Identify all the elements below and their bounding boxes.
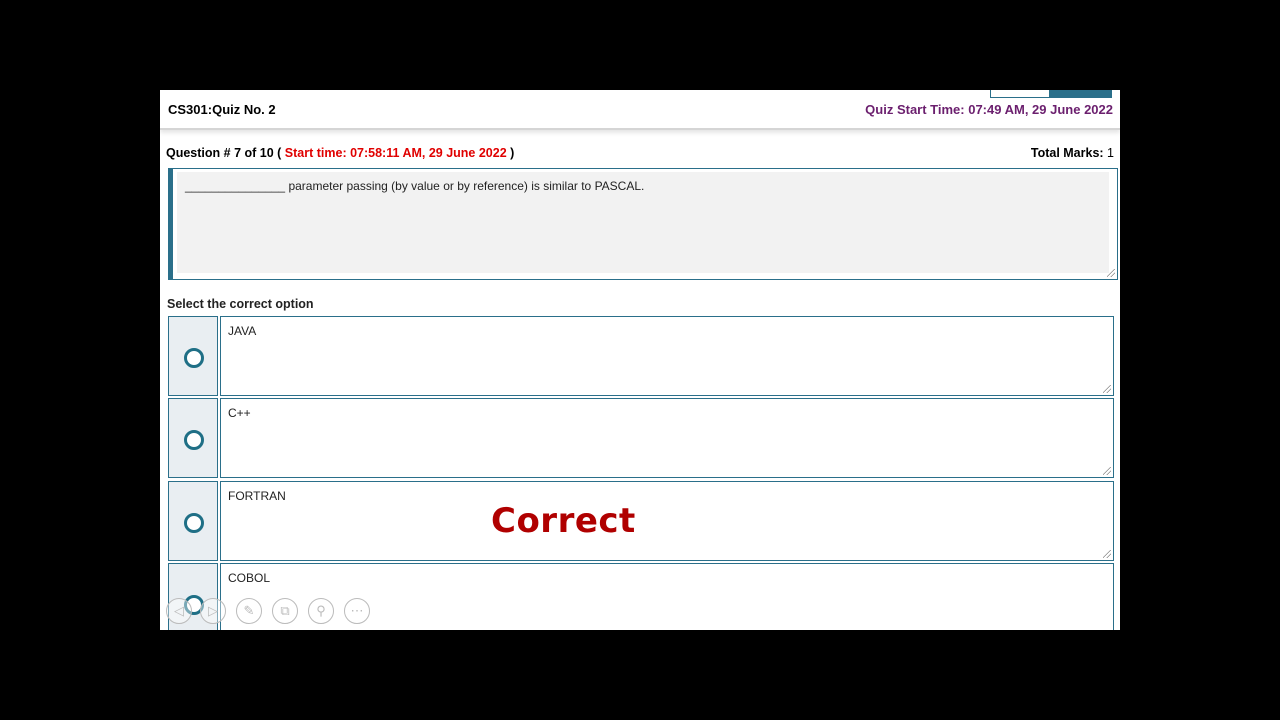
option-row-cpp: C++: [168, 398, 1114, 478]
quiz-start-time: Quiz Start Time: 07:49 AM, 29 June 2022: [865, 102, 1113, 117]
option-textarea[interactable]: C++: [220, 398, 1114, 478]
option-label: JAVA: [228, 324, 257, 338]
resize-handle-icon[interactable]: [1107, 269, 1115, 277]
option-radio-cell[interactable]: [168, 398, 218, 478]
question-text: _______________ parameter passing (by va…: [185, 179, 645, 193]
total-marks: Total Marks: 1: [1031, 146, 1114, 160]
select-option-label: Select the correct option: [167, 297, 314, 311]
resize-handle-icon[interactable]: [1103, 467, 1111, 475]
option-label: FORTRAN: [228, 489, 286, 503]
option-row-cobol: COBOL: [168, 563, 1114, 630]
zoom-icon[interactable]: ⚲: [308, 598, 334, 624]
resize-handle-icon[interactable]: [1103, 385, 1111, 393]
question-number: Question # 7 of 10 (: [166, 146, 282, 160]
quiz-title: CS301:Quiz No. 2: [168, 102, 276, 117]
option-textarea[interactable]: FORTRAN: [220, 481, 1114, 561]
resize-handle-icon[interactable]: [1103, 550, 1111, 558]
copy-icon[interactable]: ⧉: [272, 598, 298, 624]
option-row-java: JAVA: [168, 316, 1114, 396]
option-radio-cell[interactable]: [168, 481, 218, 561]
more-icon[interactable]: ⋯: [344, 598, 370, 624]
radio-button-icon[interactable]: [184, 348, 204, 368]
question-number-line: Question # 7 of 10 ( Start time: 07:58:1…: [166, 146, 514, 160]
question-textarea[interactable]: _______________ parameter passing (by va…: [168, 168, 1118, 280]
back-icon[interactable]: ◁: [166, 598, 192, 624]
total-marks-label: Total Marks:: [1030, 146, 1104, 160]
option-label: C++: [228, 406, 251, 420]
option-label: COBOL: [228, 571, 271, 585]
quiz-header: CS301:Quiz No. 2 Quiz Start Time: 07:49 …: [160, 90, 1120, 130]
question-start-time: Start time: 07:58:11 AM, 29 June 2022: [284, 146, 507, 160]
forward-icon[interactable]: ▷: [200, 598, 226, 624]
option-textarea[interactable]: JAVA: [220, 316, 1114, 396]
option-row-fortran: FORTRAN: [168, 481, 1114, 561]
pen-icon[interactable]: ✎: [236, 598, 262, 624]
radio-button-icon[interactable]: [184, 430, 204, 450]
correct-overlay-text: Correct: [491, 501, 636, 541]
total-marks-value: 1: [1107, 146, 1114, 160]
option-radio-cell[interactable]: [168, 316, 218, 396]
radio-button-icon[interactable]: [184, 513, 204, 533]
question-textarea-inner: _______________ parameter passing (by va…: [177, 172, 1109, 273]
quiz-screen: CS301:Quiz No. 2 Quiz Start Time: 07:49 …: [160, 90, 1120, 630]
question-close-paren: ): [510, 146, 515, 160]
